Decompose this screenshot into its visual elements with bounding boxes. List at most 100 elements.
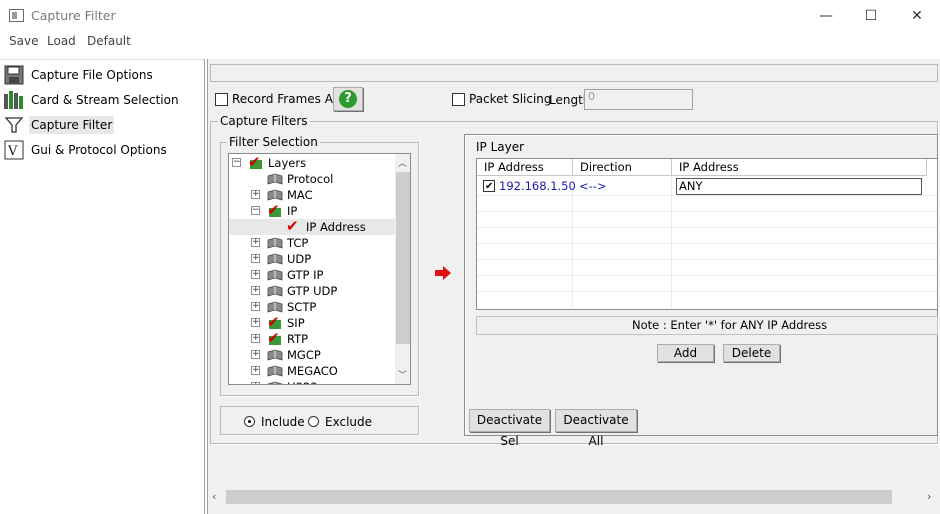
tree-item-label: H323 <box>287 380 318 384</box>
red-arrow-icon <box>434 264 452 285</box>
tree-item-rtp[interactable]: + ✔ RTP <box>229 331 395 347</box>
nav-label: Gui & Protocol Options <box>31 143 167 157</box>
tree-item-ip[interactable]: − ✔ IP <box>229 203 395 219</box>
row-enable-checkbox[interactable] <box>483 180 495 192</box>
tree-item-label: Layers <box>268 156 307 170</box>
nav-label: Capture Filter <box>29 116 115 134</box>
collapse-icon[interactable]: − <box>232 158 241 167</box>
tree-item-gtp-ip[interactable]: + GTP IP <box>229 267 395 283</box>
filter-tree[interactable]: − ✔ Layers Protocol + MAC − ✔ IP ✔ IP Address + TCP +… <box>228 153 411 385</box>
tree-item-label: IP Address <box>306 220 366 234</box>
length-input[interactable]: 0 <box>584 89 693 110</box>
expand-icon[interactable]: + <box>251 254 260 263</box>
help-button[interactable]: ? <box>333 87 363 111</box>
row-direction[interactable]: <--> <box>579 179 607 193</box>
nav-item-gui-protocol-options[interactable]: V Gui & Protocol Options <box>3 138 203 162</box>
layer-book-icon <box>267 285 283 297</box>
collapse-icon[interactable]: − <box>251 206 260 215</box>
options-navigation: Capture File Options Card & Stream Selec… <box>0 59 205 514</box>
record-frames-checkbox[interactable] <box>215 93 228 106</box>
title-bar: Capture Filter — ☐ ✕ <box>0 0 940 31</box>
menu-load[interactable]: Load <box>47 34 76 48</box>
deactivate-all-button[interactable]: Deactivate All <box>555 409 637 448</box>
active-filter-check-icon: ✔ <box>267 313 280 331</box>
tree-item-h323[interactable]: + H323 <box>229 379 395 384</box>
column-header-source-ip[interactable]: IP Address <box>477 159 573 176</box>
scroll-down-icon[interactable]: ﹀ <box>398 368 407 381</box>
grid-hline <box>477 259 937 260</box>
ip-layer-title: IP Layer <box>476 140 525 154</box>
pane-horizontal-scrollbar[interactable]: ‹ › <box>208 488 940 506</box>
nav-item-card-stream-selection[interactable]: Card & Stream Selection <box>3 88 203 112</box>
menu-save[interactable]: Save <box>9 34 38 48</box>
expand-icon[interactable]: + <box>251 334 260 343</box>
expand-icon[interactable]: + <box>251 382 260 384</box>
expand-icon[interactable]: + <box>251 270 260 279</box>
tree-item-mgcp[interactable]: + MGCP <box>229 347 395 363</box>
expand-icon[interactable]: + <box>251 238 260 247</box>
tree-item-label: TCP <box>287 236 309 250</box>
tree-scroll-thumb[interactable] <box>396 172 410 344</box>
nav-label: Card & Stream Selection <box>31 93 179 107</box>
nav-item-capture-file-options[interactable]: Capture File Options <box>3 63 203 87</box>
tree-item-sip[interactable]: + ✔ SIP <box>229 315 395 331</box>
menu-bar: Save Load Default <box>0 31 940 51</box>
close-button[interactable]: ✕ <box>894 0 940 31</box>
tree-item-ip-address[interactable]: ✔ IP Address <box>229 219 395 235</box>
nav-item-capture-filter[interactable]: Capture Filter <box>3 113 203 137</box>
column-header-direction[interactable]: Direction <box>573 159 672 176</box>
tree-item-label: SCTP <box>287 300 317 314</box>
svg-text:V: V <box>7 144 18 159</box>
ip-note: Note : Enter '*' for ANY IP Address <box>476 316 938 335</box>
active-filter-check-icon: ✔ <box>286 217 299 235</box>
tree-item-label: RTP <box>287 332 309 346</box>
tree-item-udp[interactable]: + UDP <box>229 251 395 267</box>
add-button[interactable]: Add <box>657 344 714 362</box>
gui-options-icon: V <box>3 139 25 161</box>
include-radio[interactable] <box>244 416 255 427</box>
layer-book-icon <box>267 237 283 249</box>
grid-hline <box>477 211 937 212</box>
floppy-disk-icon <box>3 64 25 86</box>
row-source-ip[interactable]: 192.168.1.50 <box>499 179 576 193</box>
tree-item-protocol[interactable]: Protocol <box>229 171 395 187</box>
active-filter-check-icon: ✔ <box>267 201 280 219</box>
scroll-up-icon[interactable]: ︿ <box>398 156 407 169</box>
column-header-dest-ip[interactable]: IP Address <box>672 159 927 176</box>
radio-dot <box>248 420 251 423</box>
layer-book-icon <box>267 173 283 185</box>
tree-item-gtp-udp[interactable]: + GTP UDP <box>229 283 395 299</box>
tree-scrollbar[interactable]: ︿ ﹀ <box>395 154 410 384</box>
tree-item-tcp[interactable]: + TCP <box>229 235 395 251</box>
menu-default[interactable]: Default <box>87 34 131 48</box>
horizontal-scroll-thumb[interactable] <box>226 490 892 504</box>
minimize-button[interactable]: — <box>803 0 849 31</box>
deactivate-sel-button[interactable]: Deactivate Sel <box>469 409 550 448</box>
expand-icon[interactable]: + <box>251 286 260 295</box>
expand-icon[interactable]: + <box>251 302 260 311</box>
expand-icon[interactable]: + <box>251 318 260 327</box>
scroll-left-icon[interactable]: ‹ <box>212 490 216 503</box>
active-filter-check-icon: ✔ <box>248 153 261 171</box>
ip-address-grid[interactable]: IP Address Direction IP Address 192.168.… <box>476 158 938 310</box>
question-mark-icon: ? <box>339 90 357 108</box>
tree-item-label: GTP UDP <box>287 284 338 298</box>
layer-book-icon <box>267 189 283 201</box>
layer-book-icon <box>267 253 283 265</box>
expand-icon[interactable]: + <box>251 350 260 359</box>
layer-book-icon <box>267 349 283 361</box>
packet-slicing-checkbox[interactable] <box>452 93 465 106</box>
expand-icon[interactable]: + <box>251 366 260 375</box>
maximize-button[interactable]: ☐ <box>848 0 894 31</box>
delete-button[interactable]: Delete <box>723 344 780 362</box>
grid-hline <box>477 227 937 228</box>
app-window-icon <box>9 9 24 22</box>
tree-item-layers[interactable]: − ✔ Layers <box>229 155 395 171</box>
scroll-right-icon[interactable]: › <box>927 490 931 503</box>
tree-item-sctp[interactable]: + SCTP <box>229 299 395 315</box>
exclude-radio[interactable] <box>308 416 319 427</box>
expand-icon[interactable]: + <box>251 190 260 199</box>
row-dest-ip-editor[interactable]: ANY <box>676 178 922 195</box>
tree-item-megaco[interactable]: + MEGACO <box>229 363 395 379</box>
tree-item-mac[interactable]: + MAC <box>229 187 395 203</box>
